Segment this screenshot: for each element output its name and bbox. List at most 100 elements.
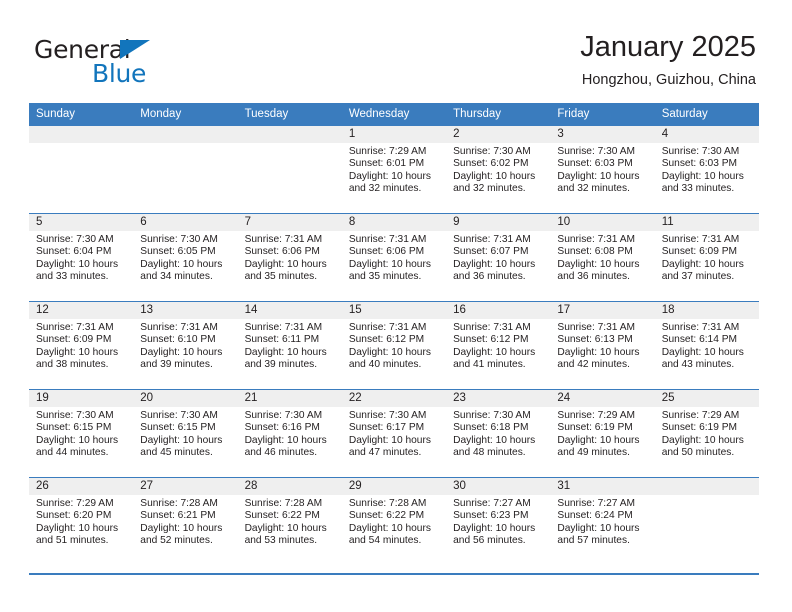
daylight-text-line2: and 32 minutes. bbox=[557, 183, 630, 195]
sunrise-text: Sunrise: 7:30 AM bbox=[348, 410, 427, 421]
daylight-text-line1: Daylight: 10 hours bbox=[453, 522, 536, 534]
sunset-text: Sunset: 6:03 PM bbox=[557, 158, 633, 170]
weekday-header-tuesday: Tuesday bbox=[237, 103, 342, 126]
calendar-day-cell[interactable]: 19 Sunrise: 7:30 AM Sunset: 6:15 PM Dayligh… bbox=[29, 389, 134, 478]
daylight-text-line1: Daylight: 10 hours bbox=[453, 170, 536, 182]
sunrise-text: Sunrise: 7:29 AM bbox=[661, 410, 740, 421]
calendar-day-cell[interactable] bbox=[133, 125, 238, 214]
calendar-day-cell[interactable]: 13 Sunrise: 7:31 AM Sunset: 6:10 PM Dayligh… bbox=[133, 301, 238, 390]
daylight-text-line2: and 33 minutes. bbox=[661, 183, 735, 195]
calendar-day-cell[interactable]: 6 Sunrise: 7:30 AM Sunset: 6:05 PM Daylight… bbox=[133, 213, 238, 302]
calendar-page: General Blue January 2025 Hongzhou, Guiz… bbox=[0, 0, 792, 612]
calendar-day: 25 Sunrise: 7:29 AM Sunset: 6:19 PM Dayligh… bbox=[654, 390, 759, 477]
day-details: Sunrise: 7:29 AM Sunset: 6:19 PM Daylight:… bbox=[655, 407, 759, 460]
day-details: Sunrise: 7:28 AM Sunset: 6:22 PM Daylight:… bbox=[342, 495, 446, 548]
calendar-day-cell[interactable]: 22 Sunrise: 7:30 AM Sunset: 6:17 PM Dayligh… bbox=[341, 389, 447, 478]
calendar-day-cell[interactable]: 20 Sunrise: 7:30 AM Sunset: 6:15 PM Dayligh… bbox=[133, 389, 238, 478]
day-details: Sunrise: 7:29 AM Sunset: 6:20 PM Daylight:… bbox=[29, 495, 133, 548]
sunrise-text: Sunrise: 7:31 AM bbox=[36, 322, 114, 333]
day-details: Sunrise: 7:31 AM Sunset: 6:06 PM Daylight:… bbox=[342, 231, 446, 284]
daylight-text-line1: Daylight: 10 hours bbox=[140, 346, 223, 358]
calendar-day-cell[interactable]: 8 Sunrise: 7:31 AM Sunset: 6:06 PM Daylight… bbox=[341, 213, 447, 302]
day-details: Sunrise: 7:31 AM Sunset: 6:13 PM Daylight:… bbox=[550, 319, 654, 372]
day-details: Sunrise: 7:30 AM Sunset: 6:02 PM Daylight:… bbox=[446, 143, 550, 196]
calendar-day-cell[interactable]: 2 Sunrise: 7:30 AM Sunset: 6:02 PM Daylight… bbox=[446, 125, 551, 214]
day-details: Sunrise: 7:29 AM Sunset: 6:19 PM Daylight:… bbox=[550, 407, 654, 460]
calendar-day-cell[interactable]: 30 Sunrise: 7:27 AM Sunset: 6:23 PM Dayligh… bbox=[446, 477, 551, 565]
calendar-day-cell[interactable]: 27 Sunrise: 7:28 AM Sunset: 6:21 PM Dayligh… bbox=[133, 477, 238, 565]
calendar-day-cell[interactable]: 4 Sunrise: 7:30 AM Sunset: 6:03 PM Daylight… bbox=[654, 125, 759, 214]
daylight-text-line1: Daylight: 10 hours bbox=[661, 346, 744, 358]
calendar-week-row: 19 Sunrise: 7:30 AM Sunset: 6:15 PM Dayligh… bbox=[29, 389, 759, 478]
day-number: 30 bbox=[446, 478, 551, 495]
calendar-day-cell[interactable]: 25 Sunrise: 7:29 AM Sunset: 6:19 PM Dayligh… bbox=[654, 389, 759, 478]
calendar-day-empty bbox=[133, 126, 238, 213]
calendar-day-cell[interactable]: 17 Sunrise: 7:31 AM Sunset: 6:13 PM Dayligh… bbox=[550, 301, 655, 390]
day-number: 9 bbox=[446, 214, 551, 231]
sunrise-text: Sunrise: 7:31 AM bbox=[244, 322, 323, 333]
sunrise-text: Sunrise: 7:28 AM bbox=[244, 498, 323, 509]
calendar-day-cell[interactable]: 31 Sunrise: 7:27 AM Sunset: 6:24 PM Dayligh… bbox=[550, 477, 655, 565]
calendar-day-cell[interactable]: 23 Sunrise: 7:30 AM Sunset: 6:18 PM Dayligh… bbox=[446, 389, 551, 478]
calendar-day-cell[interactable]: 3 Sunrise: 7:30 AM Sunset: 6:03 PM Daylight… bbox=[550, 125, 655, 214]
day-details: Sunrise: 7:31 AM Sunset: 6:08 PM Daylight:… bbox=[550, 231, 654, 284]
calendar-day-cell[interactable]: 11 Sunrise: 7:31 AM Sunset: 6:09 PM Dayligh… bbox=[654, 213, 759, 302]
daylight-text-line2: and 41 minutes. bbox=[453, 359, 526, 371]
day-details: Sunrise: 7:29 AM Sunset: 6:01 PM Daylight:… bbox=[342, 143, 446, 196]
calendar-day-cell[interactable]: 10 Sunrise: 7:31 AM Sunset: 6:08 PM Dayligh… bbox=[550, 213, 655, 302]
daylight-text-line2: and 45 minutes. bbox=[140, 447, 213, 459]
day-number: 5 bbox=[29, 214, 134, 231]
calendar-day: 21 Sunrise: 7:30 AM Sunset: 6:16 PM Dayligh… bbox=[237, 390, 342, 477]
calendar-week-row: 1 Sunrise: 7:29 AM Sunset: 6:01 PM Daylight… bbox=[29, 125, 759, 214]
calendar-day: 1 Sunrise: 7:29 AM Sunset: 6:01 PM Daylight… bbox=[341, 126, 447, 213]
calendar-day-cell[interactable]: 26 Sunrise: 7:29 AM Sunset: 6:20 PM Dayligh… bbox=[29, 477, 134, 565]
daylight-text-line2: and 35 minutes. bbox=[348, 271, 422, 283]
daylight-text-line1: Daylight: 10 hours bbox=[348, 346, 431, 358]
calendar-day-cell[interactable] bbox=[654, 477, 759, 565]
calendar-day-cell[interactable] bbox=[237, 125, 342, 214]
day-details: Sunrise: 7:30 AM Sunset: 6:15 PM Daylight:… bbox=[133, 407, 237, 460]
calendar-day-cell[interactable]: 18 Sunrise: 7:31 AM Sunset: 6:14 PM Dayligh… bbox=[654, 301, 759, 390]
day-number: 1 bbox=[341, 126, 447, 143]
calendar-day-cell[interactable]: 12 Sunrise: 7:31 AM Sunset: 6:09 PM Dayligh… bbox=[29, 301, 134, 390]
calendar-day-cell[interactable]: 7 Sunrise: 7:31 AM Sunset: 6:06 PM Daylight… bbox=[237, 213, 342, 302]
daylight-text-line2: and 54 minutes. bbox=[348, 535, 422, 547]
weekday-header-sunday: Sunday bbox=[29, 103, 134, 126]
sunset-text: Sunset: 6:07 PM bbox=[453, 246, 529, 258]
calendar-day-cell[interactable]: 15 Sunrise: 7:31 AM Sunset: 6:12 PM Dayligh… bbox=[341, 301, 447, 390]
calendar-day-cell[interactable]: 14 Sunrise: 7:31 AM Sunset: 6:11 PM Dayligh… bbox=[237, 301, 342, 390]
daylight-text-line2: and 33 minutes. bbox=[36, 271, 109, 283]
daylight-text-line2: and 32 minutes. bbox=[453, 183, 526, 195]
day-number: 3 bbox=[550, 126, 655, 143]
calendar-day-cell[interactable]: 28 Sunrise: 7:28 AM Sunset: 6:22 PM Dayligh… bbox=[237, 477, 342, 565]
calendar-day: 26 Sunrise: 7:29 AM Sunset: 6:20 PM Dayligh… bbox=[29, 478, 134, 565]
day-details: Sunrise: 7:31 AM Sunset: 6:10 PM Daylight:… bbox=[133, 319, 237, 372]
calendar-day-cell[interactable]: 5 Sunrise: 7:30 AM Sunset: 6:04 PM Daylight… bbox=[29, 213, 134, 302]
calendar-day-cell[interactable] bbox=[29, 125, 134, 214]
day-details: Sunrise: 7:31 AM Sunset: 6:09 PM Daylight:… bbox=[29, 319, 133, 372]
calendar-day: 3 Sunrise: 7:30 AM Sunset: 6:03 PM Daylight… bbox=[550, 126, 655, 213]
day-number: 21 bbox=[237, 390, 342, 407]
calendar-day-cell[interactable]: 9 Sunrise: 7:31 AM Sunset: 6:07 PM Daylight… bbox=[446, 213, 551, 302]
sunrise-text: Sunrise: 7:28 AM bbox=[140, 498, 218, 509]
calendar-day: 27 Sunrise: 7:28 AM Sunset: 6:21 PM Dayligh… bbox=[133, 478, 238, 565]
calendar-day-cell[interactable]: 1 Sunrise: 7:29 AM Sunset: 6:01 PM Daylight… bbox=[341, 125, 447, 214]
daylight-text-line1: Daylight: 10 hours bbox=[244, 522, 327, 534]
daylight-text-line2: and 57 minutes. bbox=[557, 535, 630, 547]
sunrise-text: Sunrise: 7:29 AM bbox=[557, 410, 635, 421]
day-number: 11 bbox=[654, 214, 759, 231]
calendar-day-cell[interactable]: 16 Sunrise: 7:31 AM Sunset: 6:12 PM Dayligh… bbox=[446, 301, 551, 390]
day-number: 2 bbox=[446, 126, 551, 143]
calendar-week-row: 12 Sunrise: 7:31 AM Sunset: 6:09 PM Dayligh… bbox=[29, 301, 759, 390]
sunrise-text: Sunrise: 7:27 AM bbox=[453, 498, 531, 509]
generalblue-logo[interactable]: General Blue bbox=[34, 35, 234, 90]
daylight-text-line2: and 51 minutes. bbox=[36, 535, 109, 547]
daylight-text-line1: Daylight: 10 hours bbox=[557, 258, 640, 270]
calendar-day-cell[interactable]: 24 Sunrise: 7:29 AM Sunset: 6:19 PM Dayligh… bbox=[550, 389, 655, 478]
daylight-text-line2: and 37 minutes. bbox=[661, 271, 735, 283]
calendar-day-cell[interactable]: 21 Sunrise: 7:30 AM Sunset: 6:16 PM Dayligh… bbox=[237, 389, 342, 478]
sunset-text: Sunset: 6:19 PM bbox=[661, 422, 738, 434]
calendar-day: 7 Sunrise: 7:31 AM Sunset: 6:06 PM Daylight… bbox=[237, 214, 342, 301]
sunset-text: Sunset: 6:02 PM bbox=[453, 158, 529, 170]
calendar-day-cell[interactable]: 29 Sunrise: 7:28 AM Sunset: 6:22 PM Dayligh… bbox=[341, 477, 447, 565]
